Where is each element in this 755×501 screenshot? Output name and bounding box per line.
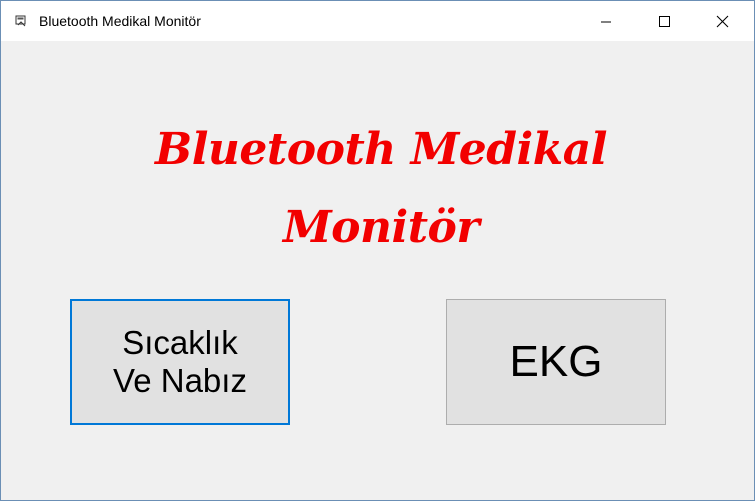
window-title: Bluetooth Medikal Monitör [39,13,201,29]
ekg-button[interactable]: EKG [446,299,666,425]
app-heading: Bluetooth Medikal Monitör [121,111,641,267]
maximize-icon [659,16,670,27]
app-icon[interactable] [15,15,27,27]
heading-line-1: Bluetooth Medikal [155,124,607,175]
ekg-label: EKG [509,337,603,386]
sicaklik-label-line-1: Sıcaklık [122,324,238,361]
heading-line-2: Monitör [282,202,480,253]
maximize-button[interactable] [635,1,693,41]
client-area: Bluetooth Medikal Monitör Sıcaklık Ve Na… [1,41,754,500]
title-bar[interactable]: Bluetooth Medikal Monitör [1,1,754,41]
app-window: Bluetooth Medikal Monitör Bluetooth Medi… [0,0,755,501]
sicaklik-label-line-2: Ve Nabız [113,362,247,399]
close-button[interactable] [693,1,751,41]
sicaklik-ve-nabiz-button[interactable]: Sıcaklık Ve Nabız [70,299,290,425]
close-icon [716,15,729,28]
minimize-icon [601,21,611,23]
minimize-button[interactable] [577,1,635,41]
